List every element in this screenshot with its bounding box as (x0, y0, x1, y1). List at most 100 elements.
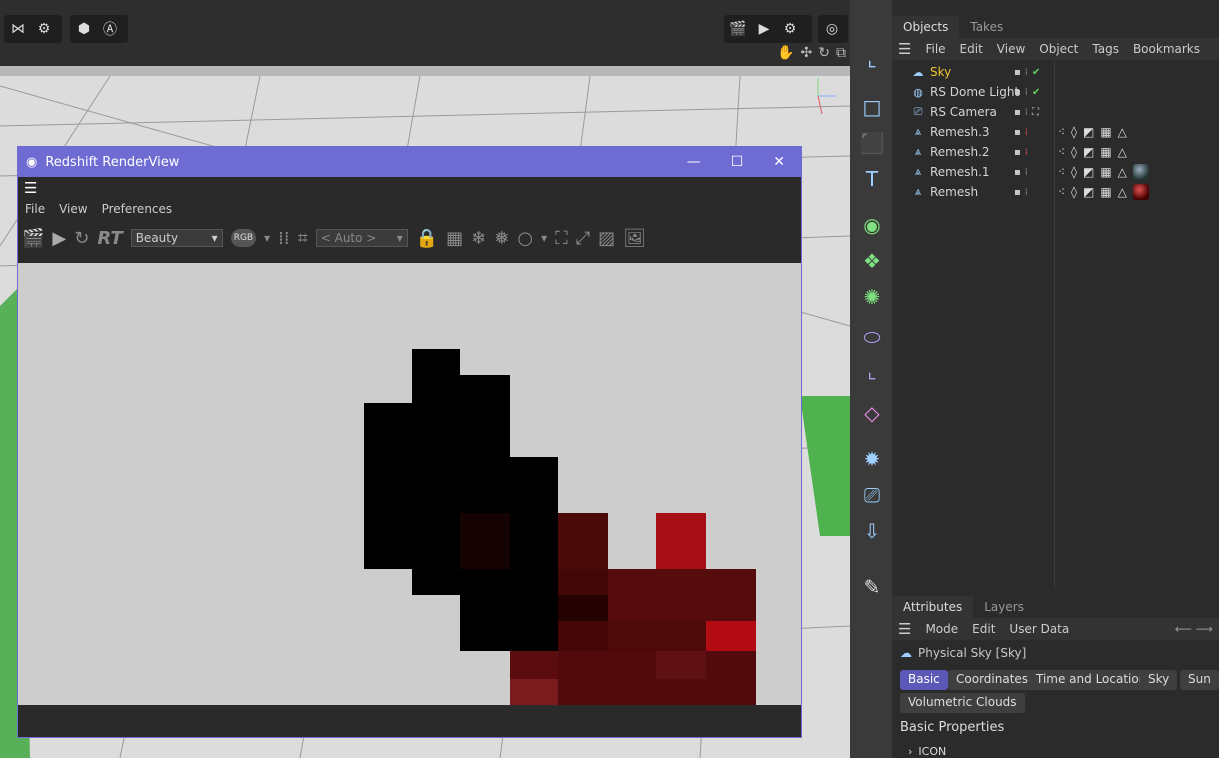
spin-icon[interactable]: ◎ (822, 19, 842, 39)
circle-dropdown-icon[interactable]: ▾ (541, 231, 547, 245)
image-icon[interactable]: 🖼 (623, 228, 646, 249)
uv-tag-icon[interactable]: ◩ (1083, 125, 1094, 139)
menu-tags[interactable]: Tags (1092, 42, 1119, 56)
menu-bookmarks[interactable]: Bookmarks (1133, 42, 1200, 56)
text-tool-icon[interactable]: T (857, 164, 887, 194)
settings-icon[interactable]: ⚙ (34, 19, 54, 39)
render-canvas[interactable] (18, 263, 801, 705)
visibility-dots[interactable]: ⁞ (1025, 127, 1028, 138)
visibility-dots[interactable]: ⁞ (1025, 67, 1028, 78)
layer-icon[interactable]: ▪ (1014, 107, 1021, 118)
field-icon[interactable]: ◇ (857, 398, 887, 428)
cube-outline-icon[interactable]: □ (857, 92, 887, 122)
material-tag-icon[interactable] (1132, 164, 1149, 180)
hamburger-icon[interactable]: ☰ (24, 179, 37, 197)
checker-tag-icon[interactable]: ▦ (1100, 145, 1111, 159)
auto-select[interactable]: < Auto > ▾ (315, 229, 408, 247)
vertex-tag-icon[interactable]: ⁖ (1058, 165, 1065, 179)
menu-user-data[interactable]: User Data (1009, 622, 1069, 636)
deformer-icon[interactable]: ⬭ (857, 322, 887, 352)
menu-view[interactable]: View (997, 42, 1025, 56)
triangle-tag-icon[interactable]: △ (1118, 185, 1127, 199)
section-sky-button[interactable]: Sky (1140, 670, 1178, 690)
a-icon[interactable]: Ⓐ (100, 19, 120, 39)
menu-file[interactable]: File (925, 42, 945, 56)
cube-icon[interactable]: ⬛ (857, 128, 887, 158)
section-volumetric-clouds-button[interactable]: Volumetric Clouds (900, 693, 1025, 713)
rt-toggle[interactable]: RT (97, 228, 122, 249)
maximize-icon[interactable]: ⧉ (836, 45, 846, 61)
tab-layers[interactable]: Layers (973, 596, 1035, 618)
render-settings-icon[interactable]: ⚙ (780, 19, 800, 39)
vertex-tag-icon[interactable]: ⁖ (1058, 125, 1065, 139)
menu-view[interactable]: View (59, 202, 87, 216)
visibility-dots[interactable]: ⁞ (1025, 147, 1028, 158)
checker-tag-icon[interactable]: ▦ (1100, 165, 1111, 179)
layer-icon[interactable]: ▪ (1014, 87, 1021, 98)
menu-file[interactable]: File (25, 202, 45, 216)
menu-preferences[interactable]: Preferences (102, 202, 173, 216)
channel-dropdown-icon[interactable]: ▾ (264, 231, 270, 245)
focus-icon[interactable]: ⛶ (555, 228, 568, 249)
aov-select[interactable]: Beauty ▾ (130, 229, 223, 247)
layer-icon[interactable]: ▪ (1014, 127, 1021, 138)
maximize-icon[interactable]: ☐ (731, 154, 744, 170)
effector-icon[interactable]: ✺ (857, 282, 887, 312)
rotate-icon[interactable]: ↻ (818, 45, 830, 61)
snowflake-icon[interactable]: ❄ (471, 228, 486, 249)
refresh-icon[interactable]: ↻ (74, 228, 89, 249)
menu-edit[interactable]: Edit (960, 42, 983, 56)
vertex-tag-icon[interactable]: ⁖ (1058, 185, 1065, 199)
check-icon[interactable]: ✔ (1032, 67, 1040, 78)
cloner-icon[interactable]: ❖ (857, 246, 887, 276)
circle-icon[interactable]: ○ (517, 228, 533, 249)
minimize-icon[interactable]: — (687, 154, 701, 170)
hexagon-icon[interactable]: ⬢ (74, 19, 94, 39)
pin-tag-icon[interactable]: ◊ (1071, 165, 1077, 179)
visibility-dots[interactable]: ⁞ (1025, 107, 1028, 118)
pan-icon[interactable]: ✋ (777, 45, 794, 61)
compare-icon[interactable]: ▨ (598, 228, 615, 249)
pin-tag-icon[interactable]: ◊ (1071, 145, 1077, 159)
visibility-dots[interactable]: ⁞ (1025, 87, 1028, 98)
rgb-channel-button[interactable]: RGB (230, 229, 257, 247)
section-coordinates-button[interactable]: Coordinates (948, 670, 1037, 690)
check-icon[interactable]: ✔ (1032, 87, 1040, 98)
clapper-icon[interactable]: 🎬 (728, 19, 748, 39)
tab-takes[interactable]: Takes (959, 16, 1014, 38)
checker-tag-icon[interactable]: ▦ (1100, 185, 1111, 199)
uv-tag-icon[interactable]: ◩ (1083, 185, 1094, 199)
pin-tag-icon[interactable]: ◊ (1071, 125, 1077, 139)
close-icon[interactable]: ✕ (773, 154, 785, 170)
visibility-dots[interactable]: ⁞ (1025, 167, 1028, 178)
clapper-icon[interactable]: 🎬 (22, 228, 44, 249)
edit-icon[interactable]: ✎ (857, 572, 887, 602)
tab-objects[interactable]: Objects (892, 16, 960, 38)
triangle-tag-icon[interactable]: △ (1118, 125, 1127, 139)
icon-group-toggle[interactable]: › ICON (908, 745, 946, 758)
camera-icon[interactable]: ⎚ (857, 480, 887, 510)
material-tag-icon[interactable] (1132, 184, 1149, 200)
spline-deformer-icon[interactable]: ⌞ (857, 356, 887, 386)
play-icon[interactable]: ▶ (52, 228, 66, 249)
move-icon[interactable]: ✣ (801, 45, 813, 61)
target-icon[interactable]: ⛶ (1032, 107, 1039, 118)
crop-icon[interactable]: ⌗ (298, 228, 308, 249)
menu-icon[interactable]: ☰ (898, 40, 911, 58)
layer-icon[interactable]: ▪ (1014, 67, 1021, 78)
floor-icon[interactable]: ⇩ (857, 516, 887, 546)
menu-icon[interactable]: ☰ (898, 620, 911, 638)
layer-icon[interactable]: ▪ (1014, 147, 1021, 158)
subdivision-icon[interactable]: ◉ (857, 210, 887, 240)
snap-icon[interactable]: ⋈ (8, 19, 28, 39)
menu-edit[interactable]: Edit (972, 622, 995, 636)
uv-tag-icon[interactable]: ◩ (1083, 165, 1094, 179)
fit-icon[interactable]: ⤢ (576, 228, 590, 249)
checker-tag-icon[interactable]: ▦ (1100, 125, 1111, 139)
light-icon[interactable]: ✹ (857, 444, 887, 474)
menu-mode[interactable]: Mode (925, 622, 958, 636)
menu-object[interactable]: Object (1039, 42, 1078, 56)
coordinate-tool-icon[interactable]: ⌞ (857, 44, 887, 74)
layer-icon[interactable]: ▪ (1014, 167, 1021, 178)
uv-tag-icon[interactable]: ◩ (1083, 145, 1094, 159)
